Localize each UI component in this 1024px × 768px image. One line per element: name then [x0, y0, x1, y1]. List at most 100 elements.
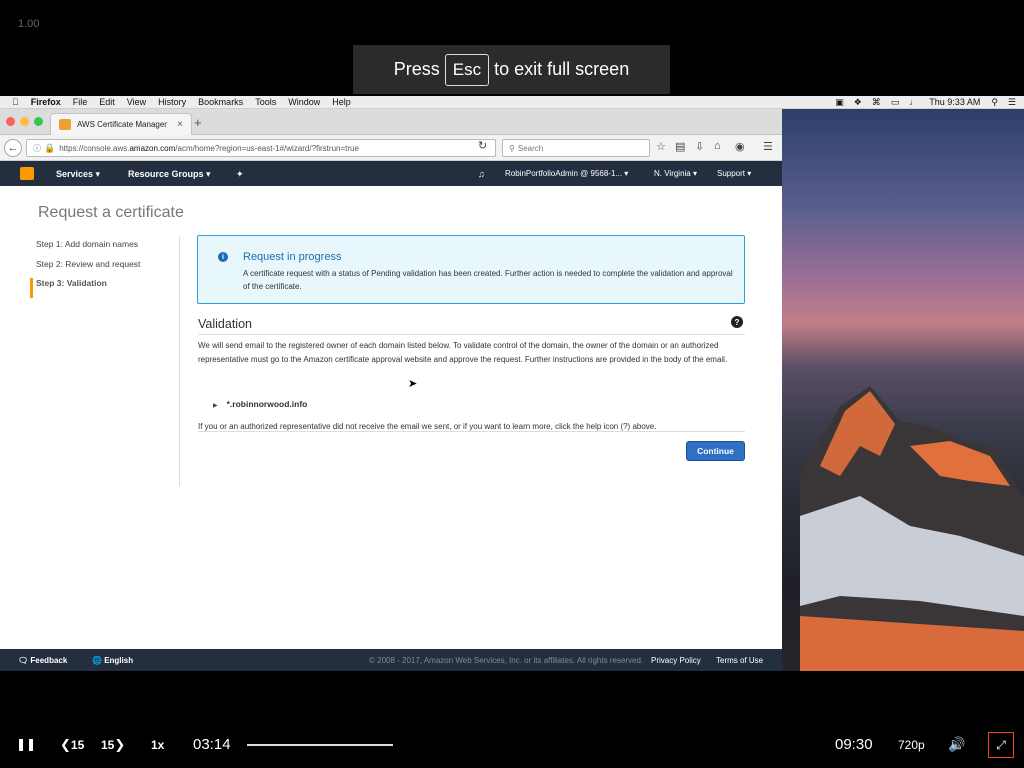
menu-edit[interactable]: Edit — [93, 97, 121, 107]
aws-logo-icon[interactable] — [20, 167, 34, 180]
privacy-policy-link[interactable]: Privacy Policy — [651, 656, 701, 665]
mac-menubar:  Firefox File Edit View History Bookmar… — [0, 96, 1024, 109]
pin-icon[interactable]: ✦ — [236, 169, 244, 180]
bookmark-star-icon[interactable]: ☆ — [656, 140, 666, 153]
progress-bar[interactable] — [247, 744, 393, 746]
browser-window: AWS Certificate Manager × + ← ⓘ 🔒 https:… — [0, 109, 782, 671]
step-1-link[interactable]: Step 1: Add domain names — [36, 239, 140, 259]
search-input[interactable]: ⚲ Search — [502, 139, 650, 157]
zoom-window-button[interactable] — [34, 117, 43, 126]
search-icon: ⚲ — [509, 143, 515, 153]
domain-name: *.robinnorwood.info — [226, 399, 308, 409]
menu-history[interactable]: History — [152, 97, 192, 107]
tab-bar: AWS Certificate Manager × + — [0, 109, 782, 135]
video-frame[interactable]:  Firefox File Edit View History Bookmar… — [0, 96, 1024, 671]
rewind-15-button[interactable]: ❮15 — [60, 737, 84, 753]
exit-fullscreen-icon[interactable]: ⤢ — [988, 732, 1014, 758]
tab-aws-certificate-manager[interactable]: AWS Certificate Manager × — [50, 113, 192, 135]
caret-right-icon[interactable]: ▶ — [213, 402, 218, 409]
close-tab-icon[interactable]: × — [177, 119, 183, 130]
forward-15-button[interactable]: 15❯ — [101, 737, 125, 753]
page-title: Request a certificate — [38, 204, 184, 221]
duration: 09:30 — [835, 736, 873, 753]
search-placeholder: Search — [517, 143, 544, 153]
divider — [198, 334, 745, 335]
spotlight-icon[interactable]: ⚲ — [986, 97, 1003, 108]
toast-suffix: to exit full screen — [494, 59, 630, 79]
playback-speed-button[interactable]: 1x — [151, 738, 164, 752]
lock-icon: 🔒 — [44, 142, 56, 153]
info-icon[interactable]: ⓘ — [33, 143, 41, 154]
aws-console-header: Services ▾ Resource Groups ▾ ✦ ♫ RobinPo… — [0, 161, 782, 186]
pocket-icon[interactable]: ◉ — [735, 140, 745, 153]
menu-window[interactable]: Window — [282, 97, 326, 107]
minimize-window-button[interactable] — [20, 117, 29, 126]
url-bar[interactable]: ⓘ 🔒 https://console.aws. amazon.com/acm/h… — [26, 139, 496, 157]
step-3-active[interactable]: Step 3: Validation — [30, 278, 140, 298]
airplay-icon[interactable]: ▭ — [886, 97, 905, 108]
step-2-link[interactable]: Step 2: Review and request — [36, 259, 140, 279]
quality-button[interactable]: 720p — [898, 738, 925, 752]
mountain-image — [800, 386, 1024, 671]
validation-description: We will send email to the registered own… — [198, 341, 728, 364]
support-menu[interactable]: Support ▾ — [717, 169, 751, 178]
esc-key: Esc — [444, 53, 490, 86]
alert-message: A certificate request with a status of P… — [243, 269, 733, 291]
pause-icon[interactable]: ❚❚ — [16, 737, 36, 751]
home-icon[interactable]: ⌂ — [714, 140, 721, 152]
wifi-icon[interactable]: ⌘ — [867, 97, 886, 108]
version-label: 1.00 — [18, 18, 40, 30]
validation-heading: Validation — [198, 317, 252, 331]
screen-record-icon[interactable]: ▣ — [830, 97, 849, 108]
menu-help[interactable]: Help — [326, 97, 357, 107]
divider — [198, 431, 745, 432]
current-time: 03:14 — [193, 736, 231, 753]
video-player: 1.00 Press Esc to exit full screen  Fir… — [0, 0, 1024, 768]
apple-icon[interactable]:  — [0, 97, 25, 107]
url-host: amazon.com — [129, 143, 176, 153]
notification-icon[interactable]: ☰ — [1003, 97, 1024, 108]
menu-view[interactable]: View — [121, 97, 152, 107]
info-alert: i Request in progress A certificate requ… — [197, 235, 745, 304]
bell-icon[interactable]: ♫ — [478, 169, 485, 179]
region-menu[interactable]: N. Virginia ▾ — [654, 169, 697, 178]
continue-button[interactable]: Continue — [686, 441, 745, 461]
navigation-bar: ← ⓘ 🔒 https://console.aws. amazon.com/acm… — [0, 135, 782, 161]
url-rest: /acm/home?region=us-east-1#/wizard/?firs… — [175, 143, 359, 153]
tab-title: AWS Certificate Manager — [77, 120, 167, 129]
menu-app-name[interactable]: Firefox — [25, 97, 67, 107]
help-icon[interactable]: ? — [731, 316, 743, 328]
back-button[interactable]: ← — [4, 139, 22, 157]
resource-groups-menu[interactable]: Resource Groups ▾ — [128, 169, 211, 180]
menu-tools[interactable]: Tools — [249, 97, 282, 107]
aws-console-footer: 🗨 Feedback 🌐 English © 2008 - 2017, Amaz… — [0, 649, 782, 671]
dropbox-icon[interactable]: ❖ — [849, 97, 867, 108]
info-circle-icon: i — [218, 252, 228, 262]
toast-prefix: Press — [393, 59, 440, 79]
volume-icon[interactable]: 🔊 — [948, 736, 965, 753]
download-icon[interactable]: ⇩ — [695, 140, 704, 153]
help-text: If you or an authorized representative d… — [198, 422, 657, 431]
menubar-clock[interactable]: Thu 9:33 AM — [923, 97, 986, 107]
wizard-steps: Step 1: Add domain names Step 2: Review … — [30, 239, 140, 298]
alert-title: Request in progress — [243, 251, 342, 263]
volume-icon[interactable]: ♩ — [904, 97, 923, 107]
mouse-cursor-icon: ➤ — [408, 378, 418, 390]
menu-hamburger-icon[interactable]: ☰ — [763, 140, 773, 153]
reload-icon[interactable]: ↻ — [478, 139, 487, 152]
terms-of-use-link[interactable]: Terms of Use — [716, 656, 763, 665]
new-tab-icon[interactable]: + — [194, 115, 202, 130]
aws-favicon-icon — [59, 119, 71, 130]
feedback-link[interactable]: 🗨 Feedback — [18, 656, 67, 665]
copyright-text: © 2008 - 2017, Amazon Web Services, Inc.… — [369, 656, 644, 665]
url-prefix: https://console.aws. — [59, 143, 130, 153]
close-window-button[interactable] — [6, 117, 15, 126]
services-menu[interactable]: Services ▾ — [56, 169, 100, 180]
menu-bookmarks[interactable]: Bookmarks — [192, 97, 249, 107]
menu-file[interactable]: File — [67, 97, 94, 107]
domain-expander[interactable]: ▶ *.robinnorwood.info — [213, 399, 307, 409]
clipboard-icon[interactable]: ▤ — [675, 140, 685, 153]
language-selector[interactable]: 🌐 English — [92, 656, 133, 665]
steps-divider — [179, 236, 180, 486]
account-menu[interactable]: RobinPortfolioAdmin @ 9568-1... ▾ — [505, 169, 628, 178]
